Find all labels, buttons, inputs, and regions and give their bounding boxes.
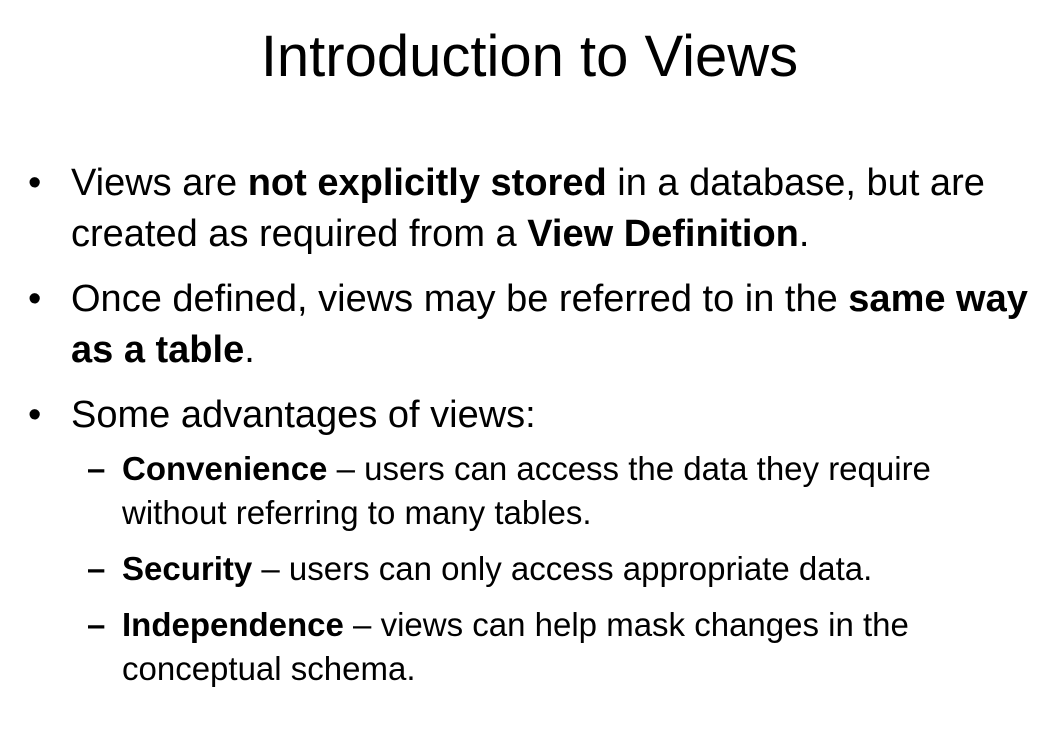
subbullet-convenience: – Convenience – users can access the dat… [71, 447, 1038, 535]
bullet-text: Some advantages of views: [71, 394, 536, 436]
slide-title: Introduction to Views [260, 24, 799, 89]
subbullet-list: – Convenience – users can access the dat… [71, 447, 1038, 691]
bullet-marker: • [28, 278, 42, 320]
bullet-bold-text: not explicitly stored [247, 162, 607, 204]
bullet-text: . [798, 213, 810, 255]
bullet-advantages: • Some advantages of views: – Convenienc… [28, 390, 1038, 691]
subbullet-independence: – Independence – views can help mask cha… [71, 603, 1038, 691]
subbullet-term: Convenience [122, 450, 328, 487]
bullet-text: Once defined, views may be referred to i… [71, 278, 849, 320]
bullet-bold-text: View Definition [527, 213, 799, 255]
subbullet-security: – Security – users can only access appro… [71, 547, 1038, 591]
subbullet-term: Security [122, 550, 253, 587]
bullet-text: Views are [71, 162, 248, 204]
dash-marker: – [87, 550, 106, 587]
bullet-list: • Views are not explicitly stored in a d… [28, 158, 1038, 705]
subbullet-term: Independence [122, 606, 344, 643]
dash-marker: – [87, 450, 106, 487]
bullet-marker: • [28, 394, 42, 436]
bullet-text: . [244, 329, 255, 371]
bullet-same-as-table: • Once defined, views may be referred to… [28, 274, 1038, 376]
subbullet-desc: – users can only access appropriate data… [252, 550, 873, 587]
dash-marker: – [87, 606, 106, 643]
bullet-views-not-stored: • Views are not explicitly stored in a d… [28, 158, 1038, 260]
bullet-marker: • [28, 162, 42, 204]
